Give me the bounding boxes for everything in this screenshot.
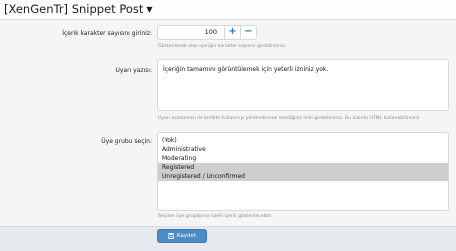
save-button[interactable]: Kaydet [157,229,207,243]
warning-text-hint: Uyarı açıklaması ile birlikte kullanıcıy… [158,116,421,121]
form-footer [0,226,456,251]
user-group-option[interactable]: (Yok) [158,136,448,145]
save-button-label: Kaydet [176,233,197,239]
warning-text-label: Uyarı yazısı: [115,67,152,74]
char-count-label: İçerik karakter sayısını giriniz: [62,30,152,37]
save-icon [167,233,174,239]
char-count-hint: Gösterilecek olan içeriğin karakter sayı… [158,44,287,49]
page-title-text: [XenGenTr] Snippet Post [4,2,144,16]
user-group-label: Üye grubu seçin: [101,138,152,145]
char-count-input[interactable]: 100 [158,26,224,39]
user-group-select[interactable]: (Yok) Administrative Moderating Register… [157,132,449,211]
increment-button[interactable]: + [224,26,240,39]
user-group-option-selected[interactable]: Registered [158,163,448,172]
caret-down-icon[interactable]: ▼ [146,5,152,14]
char-count-stepper[interactable]: 100 + − [157,25,257,40]
user-group-option[interactable]: Administrative [158,145,448,154]
decrement-button[interactable]: − [240,26,256,39]
user-group-option[interactable]: Moderating [158,154,448,163]
warning-text-area[interactable]: İçeriğin tamamını görüntülemek için yete… [157,59,449,111]
user-group-option-selected[interactable]: Unregistered / Unconfirmed [158,172,448,181]
user-group-hint: Seçilen üye gruplarına özelli içerik gös… [158,214,273,219]
page-title[interactable]: [XenGenTr] Snippet Post ▼ [4,2,153,16]
